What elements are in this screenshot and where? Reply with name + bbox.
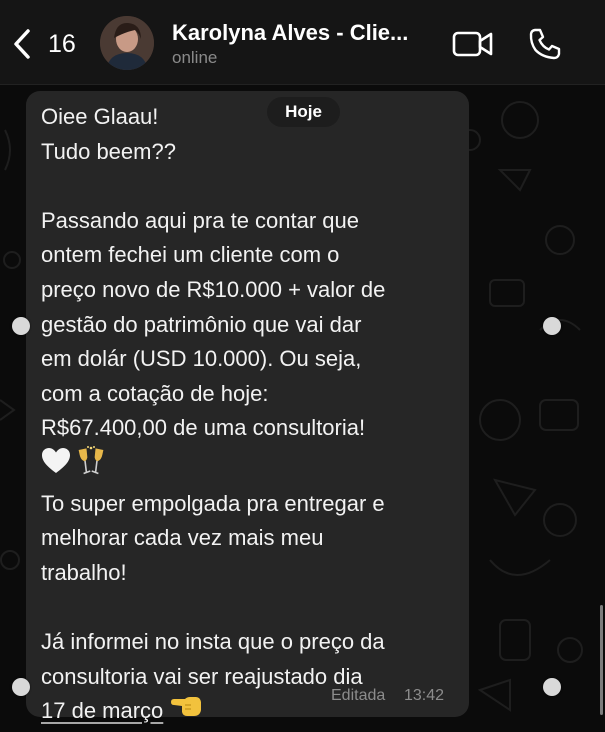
phone-call-icon[interactable] — [527, 26, 563, 62]
selection-handle-right-mid[interactable] — [543, 317, 561, 335]
edited-label: Editada — [331, 687, 386, 704]
message-last-line: 17 de março — [41, 694, 461, 731]
video-call-icon[interactable] — [452, 30, 494, 58]
white-heart-icon — [41, 447, 71, 486]
back-chevron-icon[interactable] — [10, 28, 36, 60]
avatar[interactable] — [100, 16, 154, 70]
message-line: com a cotação de hoje: — [41, 380, 269, 406]
message-line: preço novo de R$10.000 + valor de — [41, 276, 386, 302]
contact-status: online — [172, 48, 218, 67]
message-text: Oiee Glaau! Tudo beem?? Passando aqui pr… — [41, 100, 461, 731]
scrollbar[interactable] — [600, 605, 603, 715]
chat-header: 16 Karolyna Alves - Clie... online — [0, 0, 605, 85]
message-line: Tudo beem?? — [41, 138, 176, 164]
message-line: ontem fechei um cliente com o — [41, 242, 340, 268]
message-line: To super empolgada pra entregar e — [41, 490, 385, 516]
message-line: gestão do patrimônio que vai dar — [41, 311, 362, 337]
selection-handle-left-mid[interactable] — [12, 317, 30, 335]
backhand-index-pointing-left-icon — [169, 694, 203, 731]
message-line: consultoria vai ser reajustado dia — [41, 663, 363, 689]
message-line: em dolár (USD 10.000). Ou seja, — [41, 346, 362, 372]
selection-handle-left-bottom[interactable] — [12, 678, 30, 696]
date-link[interactable]: 17 de março — [41, 698, 163, 723]
message-line: Passando aqui pra te contar que — [41, 207, 360, 233]
selection-handle-right-bottom[interactable] — [543, 678, 561, 696]
message-time: 13:42 — [404, 687, 445, 704]
message-line: Oiee Glaau! — [41, 104, 159, 129]
message-blank-line — [41, 590, 461, 625]
message-line: Já informei no insta que o preço da — [41, 628, 385, 654]
clinking-glasses-icon — [77, 445, 105, 487]
contact-name[interactable]: Karolyna Alves - Clie... — [172, 20, 442, 46]
emoji-line — [41, 445, 461, 487]
message-line: melhorar cada vez mais meu — [41, 525, 324, 551]
back-unread-count[interactable]: 16 — [48, 28, 76, 60]
message-line: R$67.400,00 de uma consultoria! — [41, 415, 366, 441]
message-blank-line — [41, 169, 461, 204]
message-line: trabalho! — [41, 559, 127, 585]
